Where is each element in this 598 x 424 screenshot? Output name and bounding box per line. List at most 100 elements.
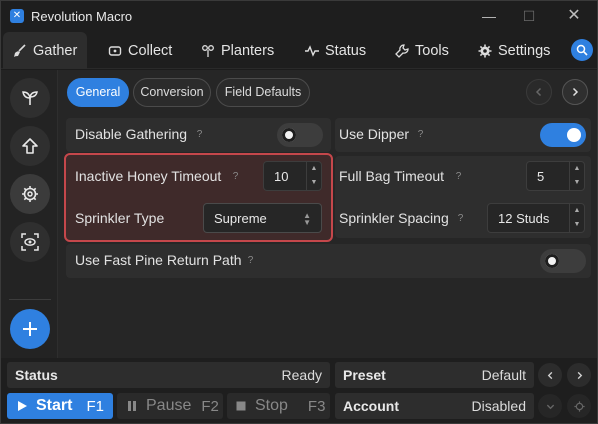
stepper-arrows: ▲ ▼ bbox=[569, 204, 584, 232]
search-button[interactable] bbox=[571, 39, 593, 61]
status-box: Status Ready bbox=[7, 362, 330, 388]
revolution-macro-icon: ✕ bbox=[10, 9, 24, 23]
help-icon[interactable]: ? bbox=[452, 170, 465, 183]
rail-settings-button[interactable] bbox=[10, 174, 50, 214]
window-title: Revolution Macro bbox=[31, 9, 133, 24]
collect-icon bbox=[108, 45, 122, 56]
app-window: ✕ Revolution Macro — ☐ ✕ Gather Collect … bbox=[0, 0, 598, 424]
subtab-field-defaults[interactable]: Field Defaults bbox=[216, 78, 310, 107]
sprinkler-spacing-stepper[interactable]: 12 Studs ▲ ▼ bbox=[487, 203, 585, 233]
fast-pine-toggle[interactable] bbox=[540, 249, 586, 273]
account-settings-button[interactable] bbox=[567, 394, 591, 418]
start-label: Start bbox=[36, 397, 73, 414]
chevron-left-icon bbox=[535, 87, 542, 97]
stop-label: Stop bbox=[255, 397, 288, 414]
preset-box[interactable]: Preset Default bbox=[335, 362, 534, 388]
sprinkler-spacing-label: Sprinkler Spacing bbox=[339, 210, 449, 226]
start-hotkey: F1 bbox=[86, 397, 104, 415]
chevron-up-icon[interactable]: ▲ bbox=[307, 162, 321, 176]
chevron-down-icon[interactable]: ▼ bbox=[307, 176, 321, 190]
sprinkler-type-select[interactable]: Supreme ▲ ▼ bbox=[203, 203, 322, 233]
chevron-down-icon bbox=[546, 404, 554, 409]
pulse-icon bbox=[305, 44, 319, 57]
gear-icon bbox=[573, 400, 585, 412]
inactive-honey-timeout-label: Inactive Honey Timeout bbox=[75, 168, 222, 184]
toggle-knob bbox=[282, 128, 296, 142]
tab-planters[interactable]: Planters bbox=[201, 32, 274, 69]
minimize-button[interactable]: — bbox=[479, 7, 499, 25]
broom-icon bbox=[14, 43, 26, 57]
tab-settings[interactable]: Settings bbox=[478, 32, 550, 69]
help-icon[interactable]: ? bbox=[229, 170, 242, 183]
help-icon[interactable]: ? bbox=[454, 212, 467, 225]
maximize-button[interactable]: ☐ bbox=[519, 7, 539, 25]
planter-icon bbox=[202, 44, 214, 57]
wrench-icon bbox=[395, 43, 409, 58]
rail-target-button[interactable] bbox=[10, 222, 50, 262]
help-icon[interactable]: ? bbox=[193, 128, 206, 141]
chevron-up-icon[interactable]: ▲ bbox=[570, 162, 584, 176]
close-button[interactable]: ✕ bbox=[564, 7, 584, 25]
tab-gather[interactable]: Gather bbox=[3, 32, 88, 69]
chevron-right-icon bbox=[577, 371, 582, 379]
main-tabs: Gather Collect Planters Status Tools Set… bbox=[1, 32, 597, 69]
pause-label: Pause bbox=[146, 397, 192, 414]
tab-collect-label: Collect bbox=[128, 42, 173, 59]
subtab-conversion[interactable]: Conversion bbox=[133, 78, 211, 107]
start-button[interactable]: Start F1 bbox=[7, 393, 113, 419]
preset-next-button[interactable] bbox=[567, 363, 591, 387]
stop-hotkey: F3 bbox=[307, 397, 326, 415]
inactive-honey-timeout-stepper[interactable]: 10 ▲ ▼ bbox=[263, 161, 322, 191]
next-page-button[interactable] bbox=[562, 79, 588, 105]
rail-sprout-button[interactable] bbox=[10, 78, 50, 118]
tab-planters-label: Planters bbox=[221, 42, 275, 59]
rail-upload-button[interactable] bbox=[10, 126, 50, 166]
use-dipper-label: Use Dipper bbox=[339, 126, 410, 142]
select-caret-icon: ▲ ▼ bbox=[303, 211, 311, 227]
prev-page-button[interactable] bbox=[526, 79, 552, 105]
tab-tools[interactable]: Tools bbox=[395, 32, 449, 69]
stepper-arrows: ▲ ▼ bbox=[569, 162, 584, 190]
help-icon[interactable]: ? bbox=[414, 128, 427, 141]
target-icon bbox=[21, 233, 39, 251]
stop-button[interactable]: Stop F3 bbox=[227, 393, 330, 419]
preset-prev-button[interactable] bbox=[538, 363, 562, 387]
toggle-knob bbox=[567, 128, 581, 142]
search-icon bbox=[576, 44, 588, 56]
preset-label: Preset bbox=[343, 367, 386, 383]
use-dipper-toggle[interactable] bbox=[540, 123, 586, 147]
full-bag-timeout-value: 5 bbox=[537, 169, 545, 184]
full-bag-timeout-label: Full Bag Timeout bbox=[339, 168, 445, 184]
inactive-honey-timeout-value: 10 bbox=[274, 169, 289, 184]
chevron-down-icon[interactable]: ▼ bbox=[570, 176, 584, 190]
pause-icon bbox=[128, 401, 136, 411]
add-button[interactable] bbox=[10, 309, 50, 349]
subtab-general[interactable]: General bbox=[67, 78, 129, 107]
chevron-right-icon bbox=[572, 87, 579, 97]
plus-icon bbox=[23, 322, 37, 336]
help-icon[interactable]: ? bbox=[244, 254, 257, 267]
gear-icon bbox=[478, 44, 492, 57]
pause-button[interactable]: Pause F2 bbox=[117, 393, 223, 419]
side-rail bbox=[1, 70, 58, 358]
status-value: Ready bbox=[281, 367, 322, 383]
chevron-down-icon[interactable]: ▼ bbox=[570, 218, 584, 232]
account-label: Account bbox=[343, 398, 399, 414]
gear-icon bbox=[22, 186, 38, 202]
chevron-up-icon[interactable]: ▲ bbox=[570, 204, 584, 218]
stop-icon bbox=[236, 401, 246, 411]
account-box[interactable]: Account Disabled bbox=[335, 393, 534, 419]
tab-collect[interactable]: Collect bbox=[108, 32, 172, 69]
pause-hotkey: F2 bbox=[201, 397, 219, 415]
disable-gathering-toggle[interactable] bbox=[277, 123, 323, 147]
status-label: Status bbox=[15, 367, 58, 383]
full-bag-timeout-stepper[interactable]: 5 ▲ ▼ bbox=[526, 161, 585, 191]
fast-pine-label: Use Fast Pine Return Path bbox=[75, 252, 242, 268]
chevron-left-icon bbox=[547, 371, 552, 379]
title-bar: ✕ Revolution Macro — ☐ ✕ bbox=[1, 1, 597, 32]
preset-value: Default bbox=[481, 367, 526, 383]
tab-status[interactable]: Status bbox=[305, 32, 366, 69]
rail-divider bbox=[9, 299, 51, 300]
sprinkler-spacing-value: 12 Studs bbox=[498, 211, 550, 226]
account-dropdown-button[interactable] bbox=[538, 394, 562, 418]
